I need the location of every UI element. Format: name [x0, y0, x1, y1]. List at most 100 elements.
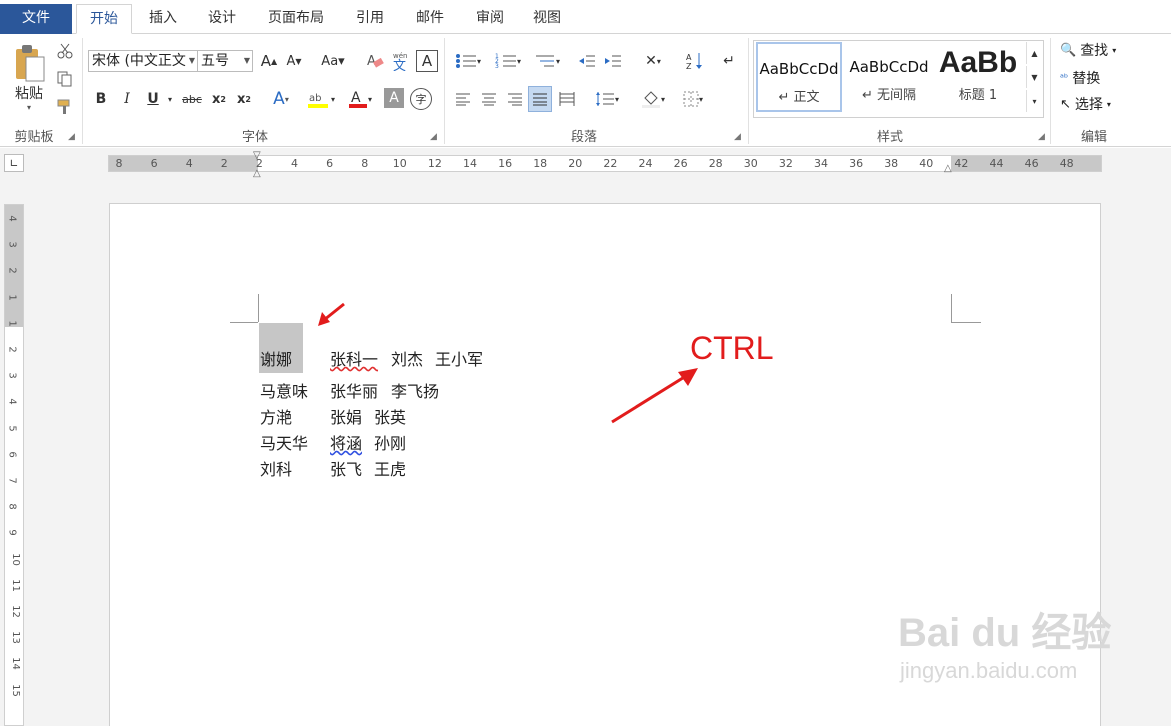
styles-more-icon[interactable]: ▾: [1026, 90, 1042, 112]
tab-file[interactable]: 文件: [0, 4, 72, 34]
crop-mark: [230, 322, 258, 323]
clear-format-icon[interactable]: A: [364, 50, 386, 72]
numbering-icon[interactable]: 1 2 3 ▾: [490, 50, 526, 72]
shrink-font-icon[interactable]: A ▼: [283, 50, 305, 72]
cell-r4-c2[interactable]: 将涵: [330, 430, 362, 454]
cell-r3-c3[interactable]: 张英: [374, 404, 406, 428]
right-indent-marker[interactable]: △: [944, 163, 952, 174]
align-center-icon[interactable]: [478, 88, 500, 110]
subscript-icon[interactable]: x2: [208, 88, 230, 110]
ruler-number: 8: [361, 157, 369, 170]
paste-dropdown-icon[interactable]: ▾: [27, 103, 31, 112]
first-line-indent-marker[interactable]: ▽: [253, 150, 261, 161]
italic-icon[interactable]: I: [116, 88, 138, 110]
increase-indent-icon[interactable]: [602, 50, 624, 72]
change-case-icon[interactable]: Aa▾: [316, 50, 350, 72]
bold-icon[interactable]: B: [90, 88, 112, 110]
justify-icon[interactable]: [528, 86, 552, 112]
ruler-number: 12: [427, 157, 442, 170]
paragraph-launcher-icon[interactable]: ◢: [734, 132, 741, 142]
cell-r4-c3[interactable]: 孙刚: [374, 430, 406, 454]
distributed-icon[interactable]: [556, 88, 578, 110]
ribbon-tab-bar: 文件 开始 插入 设计 页面布局 引用 邮件 审阅 视图: [0, 0, 1171, 34]
group-divider: [748, 38, 749, 144]
styles-scroll-up-icon[interactable]: ▲: [1026, 42, 1042, 64]
cell-r1-c1[interactable]: 谢娜: [260, 346, 292, 370]
style-no-spacing-sample: AaBbCcDd: [849, 58, 929, 76]
underline-icon[interactable]: U: [142, 88, 164, 110]
cell-r1-c2[interactable]: 张科一: [330, 346, 378, 370]
grow-font-icon[interactable]: A ▲: [258, 50, 280, 72]
style-no-spacing[interactable]: AaBbCcDd ↵ 无间隔: [846, 42, 932, 112]
cell-r1-c4[interactable]: 王小军: [435, 346, 483, 370]
ruler-number: 12: [9, 605, 21, 618]
replace-button[interactable]: ᵃᵇ 替换: [1060, 68, 1100, 88]
paste-button[interactable]: 粘贴 ▾: [8, 40, 50, 114]
cell-r2-c1[interactable]: 马意味: [260, 378, 308, 402]
font-size-select[interactable]: 五号 ▼: [197, 50, 253, 72]
copy-icon[interactable]: [54, 68, 76, 90]
svg-text:A: A: [686, 53, 692, 62]
text-effects-icon[interactable]: A ▾: [266, 88, 296, 110]
cell-r5-c3[interactable]: 王虎: [374, 456, 406, 480]
tab-mailings[interactable]: 邮件: [402, 4, 458, 34]
styles-launcher-icon[interactable]: ◢: [1038, 132, 1045, 142]
tab-insert[interactable]: 插入: [136, 4, 190, 34]
cell-r2-c2[interactable]: 张华丽: [330, 378, 378, 402]
select-button[interactable]: ↖ 选择 ▾: [1060, 94, 1111, 114]
chevron-down-icon[interactable]: ▾: [164, 88, 176, 110]
bullets-icon[interactable]: ▾: [450, 50, 486, 72]
tab-design[interactable]: 设计: [194, 4, 250, 34]
font-color-icon[interactable]: A ▾: [342, 88, 378, 110]
left-indent-marker[interactable]: △: [253, 168, 261, 179]
align-right-icon[interactable]: [504, 88, 526, 110]
line-spacing-icon[interactable]: ▾: [590, 88, 624, 110]
vertical-ruler[interactable]: 4 3 2 1 1 2 3 4 5 6 7 8 9 10 11 12 13 14 15: [4, 204, 24, 726]
phonetic-guide-icon[interactable]: wén 文: [390, 50, 412, 72]
cell-r1-c3[interactable]: 刘杰: [391, 346, 423, 370]
style-heading-1[interactable]: AaBb 标题 1: [936, 42, 1020, 112]
highlight-icon[interactable]: ab ▾: [302, 88, 340, 110]
sort-icon[interactable]: AZ: [684, 50, 706, 72]
superscript-icon[interactable]: x2: [233, 88, 255, 110]
format-painter-icon[interactable]: [54, 96, 76, 118]
clipboard-group-label: 剪贴板: [14, 130, 54, 145]
chevron-down-icon: ▾: [1106, 99, 1111, 109]
enclose-characters-icon[interactable]: 字: [410, 88, 432, 110]
cut-icon[interactable]: [54, 40, 76, 62]
cell-r3-c1[interactable]: 方滟: [260, 404, 292, 428]
borders-icon[interactable]: ▾: [676, 88, 710, 110]
shading-icon[interactable]: ▾: [636, 88, 670, 110]
tab-review[interactable]: 审阅: [462, 4, 518, 34]
show-marks-icon[interactable]: ↵: [718, 50, 740, 72]
find-button[interactable]: 🔍 查找 ▾: [1060, 40, 1116, 60]
cell-r3-c2[interactable]: 张娟: [330, 404, 362, 428]
ruler-number: 1: [6, 293, 18, 301]
chevron-down-icon: ▾: [1112, 45, 1117, 55]
decrease-indent-icon[interactable]: [576, 50, 598, 72]
cell-r5-c1[interactable]: 刘科: [260, 456, 292, 480]
character-border-icon[interactable]: A: [416, 50, 438, 72]
text-direction-icon[interactable]: ✕ ▾: [636, 50, 670, 72]
character-shading-icon[interactable]: A: [384, 88, 404, 108]
svg-text:ab: ab: [309, 93, 321, 104]
cell-r5-c2[interactable]: 张飞: [330, 456, 362, 480]
tab-home[interactable]: 开始: [76, 4, 132, 34]
tab-view[interactable]: 视图: [522, 4, 572, 34]
cell-r2-c3[interactable]: 李飞扬: [391, 378, 439, 402]
font-family-select[interactable]: 宋体 (中文正文 ▼: [88, 50, 198, 72]
style-normal[interactable]: AaBbCcDd ↵ 正文: [756, 42, 842, 112]
align-left-icon[interactable]: [452, 88, 474, 110]
cell-r4-c1[interactable]: 马天华: [260, 430, 308, 454]
ruler-number: 4: [291, 157, 298, 170]
tab-selector-icon[interactable]: ∟: [4, 154, 24, 172]
styles-scroll-down-icon[interactable]: ▼: [1026, 66, 1042, 88]
group-divider: [82, 38, 83, 144]
tab-references[interactable]: 引用: [342, 4, 398, 34]
multilevel-list-icon[interactable]: ▾: [530, 50, 564, 72]
clipboard-launcher-icon[interactable]: ◢: [68, 132, 75, 142]
strikethrough-icon[interactable]: abc: [180, 88, 204, 110]
font-launcher-icon[interactable]: ◢: [430, 132, 437, 142]
tab-page-layout[interactable]: 页面布局: [254, 4, 338, 34]
baidu-watermark: Bai du 经验 jingyan.baidu.com: [898, 600, 1111, 684]
